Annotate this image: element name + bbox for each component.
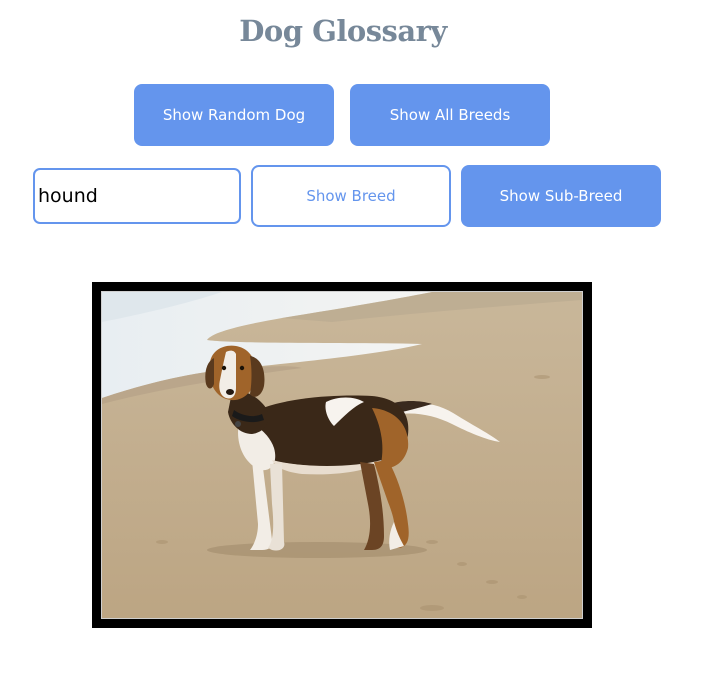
page-title: Dog Glossary <box>239 14 447 48</box>
breed-input[interactable] <box>33 168 241 224</box>
show-all-breeds-button[interactable]: Show All Breeds <box>350 84 550 146</box>
show-random-dog-button[interactable]: Show Random Dog <box>134 84 334 146</box>
show-breed-button[interactable]: Show Breed <box>251 165 451 227</box>
dog-photo <box>102 292 582 618</box>
dog-image-frame <box>92 282 592 628</box>
show-sub-breed-button[interactable]: Show Sub-Breed <box>461 165 661 227</box>
dog-image <box>101 291 583 619</box>
